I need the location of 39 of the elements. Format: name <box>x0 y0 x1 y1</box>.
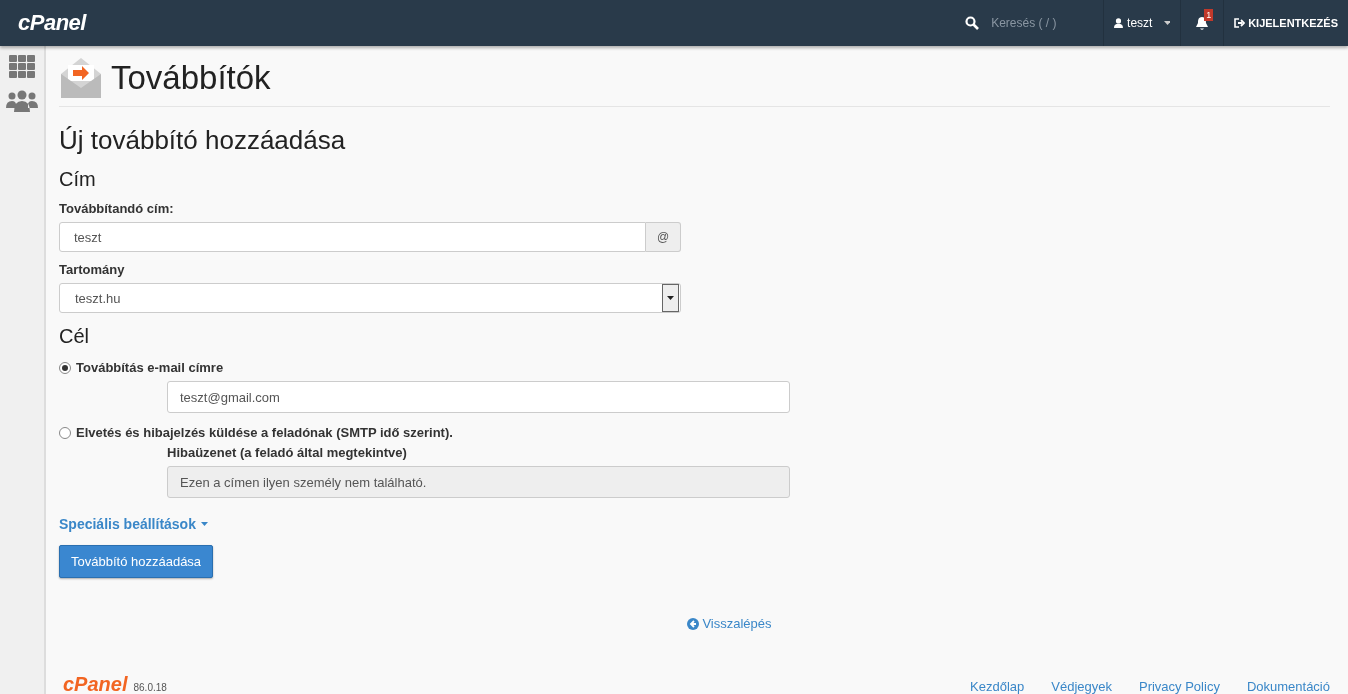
advanced-settings-link[interactable]: Speciális beállítások <box>59 516 208 532</box>
back-arrow-icon <box>687 617 700 630</box>
logout-link[interactable]: KIJELENTKEZÉS <box>1234 17 1338 29</box>
user-menu[interactable]: teszt <box>1127 16 1153 30</box>
users-icon[interactable] <box>6 90 38 112</box>
section-heading: Cél <box>59 325 90 348</box>
domain-select[interactable]: teszt.hu <box>59 283 681 313</box>
caret-icon <box>200 522 208 526</box>
footer-link[interactable]: Privacy Policy <box>1138 679 1220 694</box>
footer-link[interactable]: Kezdőlap <box>970 679 1025 694</box>
caret-icon <box>667 296 674 300</box>
footer-link[interactable]: Dokumentáció <box>1246 679 1330 694</box>
user-icon <box>1114 17 1124 29</box>
at-sign-addon: @ <box>646 222 681 252</box>
search-icon <box>965 16 980 30</box>
address-field[interactable]: teszt <box>59 222 646 252</box>
field-label: Továbbítandó cím: <box>59 201 175 216</box>
cpanel-logo[interactable]: cPanel <box>18 10 86 36</box>
section-heading: Cím <box>59 168 97 191</box>
cpanel-logo: cPanel <box>63 674 128 694</box>
grid-icon[interactable] <box>9 55 35 78</box>
radio-button[interactable] <box>59 426 71 439</box>
email-field[interactable]: teszt@gmail.com <box>167 381 790 413</box>
radio-button[interactable] <box>59 361 71 374</box>
radio-label[interactable]: Továbbítás e-mail címre <box>76 360 224 375</box>
add-forwarder-button[interactable]: Továbbító hozzáadása <box>59 545 214 578</box>
field-label: Hibaüzenet (a feladó által megtekintve) <box>167 445 408 460</box>
field-label: Tartomány <box>59 262 126 277</box>
logout-icon <box>1234 18 1246 28</box>
page-title: Továbbítók <box>111 59 271 97</box>
envelope-arrow-icon <box>59 56 103 100</box>
radio-label[interactable]: Elvetés és hibajelzés küldése a feladónak (SMTP idő szerint). <box>76 425 453 440</box>
search-field[interactable]: Keresés ( / ) <box>989 15 1104 31</box>
notification-badge: 1 <box>1204 9 1214 21</box>
footer-link[interactable]: Védjegyek <box>1051 679 1112 694</box>
version-text: 86.0.18 <box>133 682 167 693</box>
caret-icon <box>1164 21 1171 25</box>
back-link[interactable]: Visszalépés <box>687 616 772 631</box>
form-heading: Új továbbító hozzáadása <box>59 125 347 156</box>
